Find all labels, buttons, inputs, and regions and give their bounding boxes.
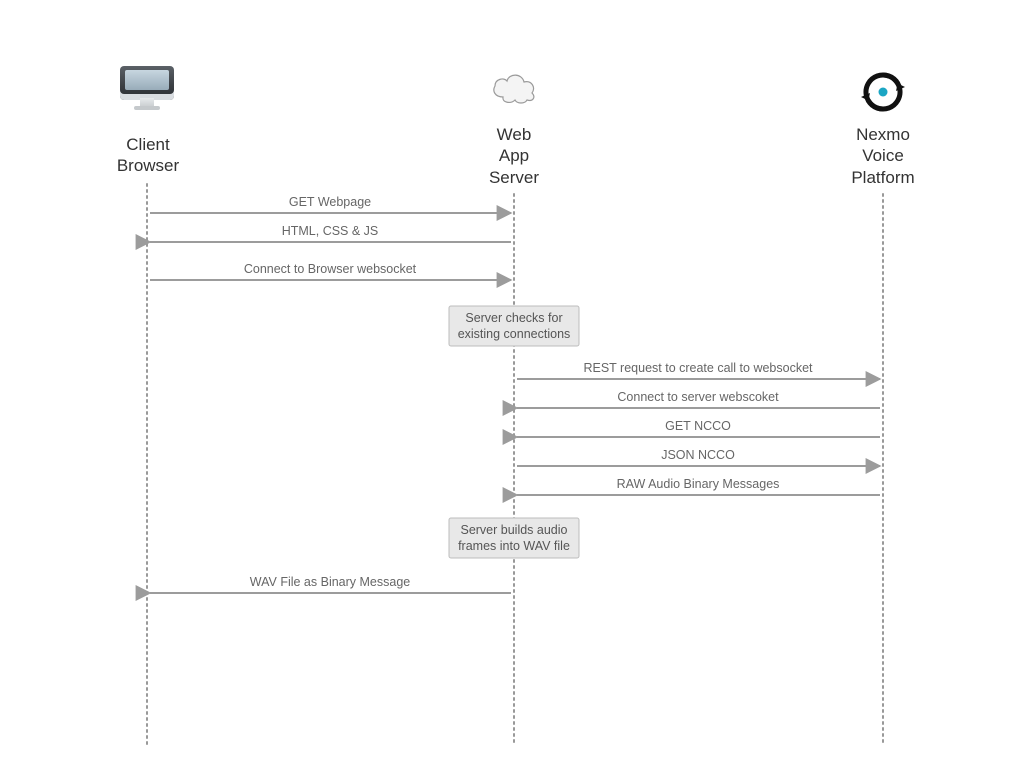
message-label: Connect to Browser websocket (244, 262, 417, 276)
message-label: HTML, CSS & JS (282, 224, 379, 238)
note-text: existing connections (458, 327, 571, 341)
message-label: JSON NCCO (661, 448, 735, 462)
message-label: GET Webpage (289, 195, 371, 209)
message-label: Connect to server webscoket (617, 390, 779, 404)
sequence-diagram: Client Browser Web App Server Nexmo Voic… (0, 0, 1024, 768)
message-label: WAV File as Binary Message (250, 575, 411, 589)
diagram-canvas: GET Webpage HTML, CSS & JS Connect to Br… (0, 0, 1024, 768)
message-label: RAW Audio Binary Messages (617, 477, 780, 491)
note-text: Server builds audio (460, 523, 567, 537)
message-label: REST request to create call to websocket (583, 361, 813, 375)
message-label: GET NCCO (665, 419, 731, 433)
note-text: frames into WAV file (458, 539, 570, 553)
note-text: Server checks for (465, 311, 562, 325)
